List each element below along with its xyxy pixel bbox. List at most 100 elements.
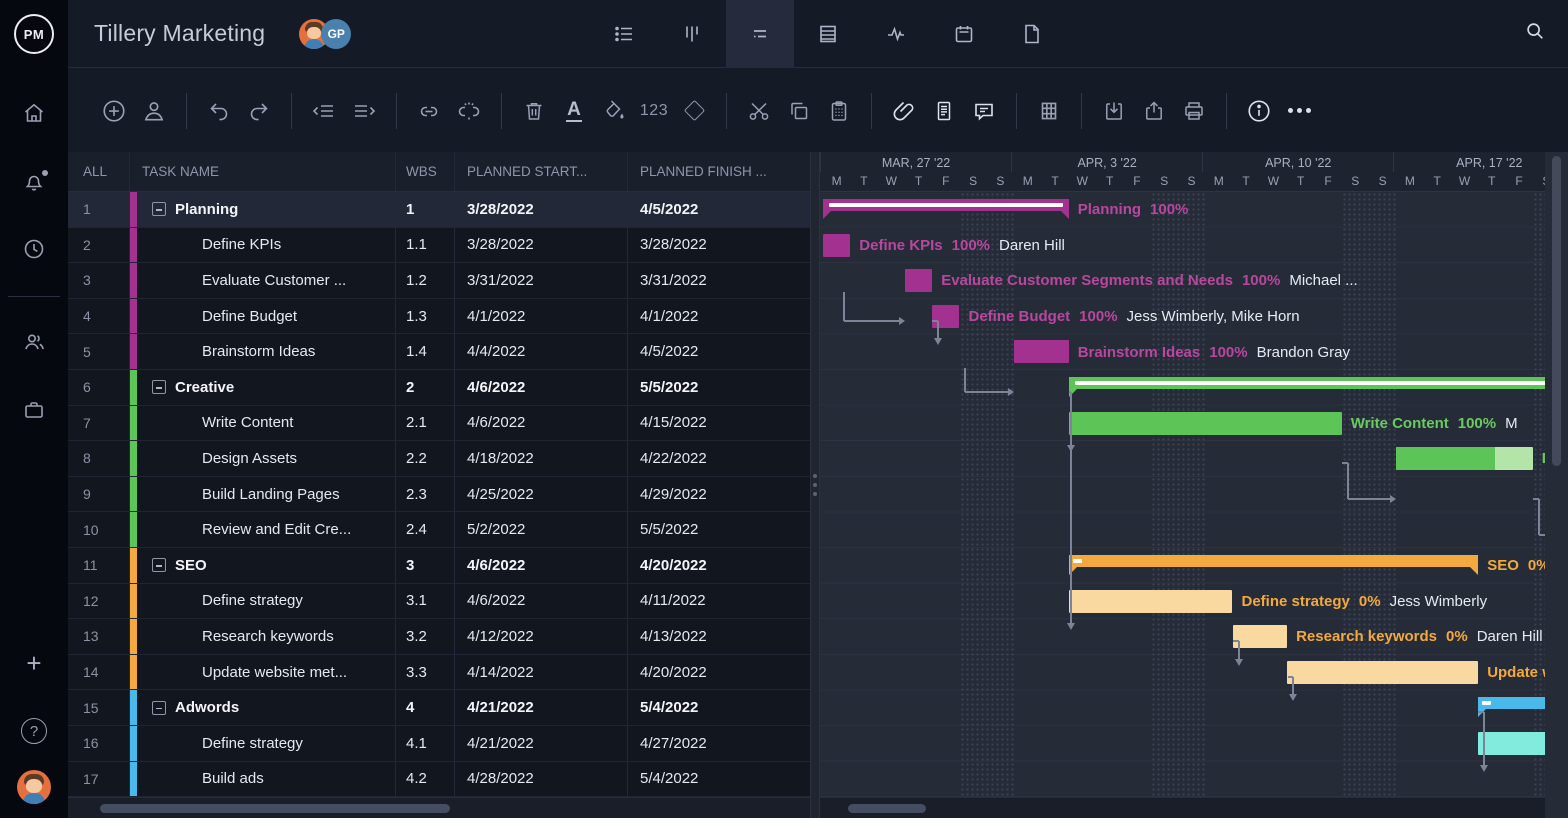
tab-sheet-view[interactable] xyxy=(794,0,862,68)
table-row[interactable]: 14Update website met...3.34/14/20224/20/… xyxy=(68,655,810,691)
task-bar-row-3[interactable] xyxy=(905,269,932,292)
attachment-icon[interactable] xyxy=(884,91,924,131)
assign-person-icon[interactable] xyxy=(134,91,174,131)
progress-stripe xyxy=(1073,559,1082,563)
fill-color-icon[interactable] xyxy=(594,91,634,131)
task-name-label: Define strategy xyxy=(202,735,303,752)
undo-icon[interactable] xyxy=(199,91,239,131)
notifications-bell-icon[interactable] xyxy=(0,158,68,204)
column-wbs[interactable]: WBS xyxy=(396,152,455,191)
pm-logo[interactable]: PM xyxy=(0,0,68,68)
link-tasks-icon[interactable] xyxy=(409,91,449,131)
delete-icon[interactable] xyxy=(514,91,554,131)
tab-docs-view[interactable] xyxy=(998,0,1066,68)
task-bar-row-16[interactable] xyxy=(1478,732,1545,755)
table-row[interactable]: 2Define KPIs1.13/28/20223/28/2022 xyxy=(68,228,810,264)
tab-board-view[interactable] xyxy=(658,0,726,68)
add-plus-icon[interactable]: + xyxy=(0,640,68,686)
copy-icon[interactable] xyxy=(779,91,819,131)
recent-clock-icon[interactable] xyxy=(0,226,68,272)
gantt-vscroll-thumb[interactable] xyxy=(1552,156,1561,466)
table-row[interactable]: 11SEO34/6/20224/20/2022 xyxy=(68,548,810,584)
dependency-arrow-down xyxy=(1480,765,1488,772)
columns-icon[interactable] xyxy=(1029,91,1069,131)
search-icon[interactable] xyxy=(1524,20,1546,42)
task-bar-row-7[interactable] xyxy=(1069,412,1342,435)
column-all[interactable]: ALL xyxy=(68,152,130,191)
summary-bar-row-1[interactable] xyxy=(823,199,1069,211)
task-bar-row-14[interactable] xyxy=(1287,661,1478,684)
gantt-timeline-header: MAR, 27 '22APR, 3 '22APR, 10 '22APR, 17 … xyxy=(820,152,1545,192)
dependency-arrow-down xyxy=(1067,445,1075,452)
number-format-icon[interactable]: 123 xyxy=(634,91,674,131)
member-avatar-gp[interactable]: GP xyxy=(321,19,351,49)
outdent-icon[interactable] xyxy=(304,91,344,131)
table-row[interactable]: 15Adwords44/21/20225/4/2022 xyxy=(68,690,810,726)
import-icon[interactable] xyxy=(1094,91,1134,131)
redo-icon[interactable] xyxy=(239,91,279,131)
export-icon[interactable] xyxy=(1134,91,1174,131)
unlink-tasks-icon[interactable] xyxy=(449,91,489,131)
print-icon[interactable] xyxy=(1174,91,1214,131)
milestone-icon[interactable] xyxy=(674,91,714,131)
gantt-vscrollbar[interactable] xyxy=(1545,152,1568,818)
portfolio-briefcase-icon[interactable] xyxy=(0,387,68,433)
column-planned-finish[interactable]: PLANNED FINISH ... xyxy=(628,152,810,191)
user-avatar[interactable] xyxy=(17,770,51,804)
team-icon[interactable] xyxy=(0,319,68,365)
collapse-icon[interactable] xyxy=(152,558,166,572)
table-hscroll-thumb[interactable] xyxy=(100,804,450,813)
tab-list-view[interactable] xyxy=(590,0,658,68)
table-row[interactable]: 8Design Assets2.24/18/20224/22/2022 xyxy=(68,441,810,477)
table-row[interactable]: 3Evaluate Customer ...1.23/31/20223/31/2… xyxy=(68,263,810,299)
task-bar-row-13[interactable] xyxy=(1233,625,1288,648)
task-bar-row-12[interactable] xyxy=(1069,590,1233,613)
collapse-icon[interactable] xyxy=(152,701,166,715)
gantt-hscrollbar[interactable] xyxy=(820,797,1545,818)
column-planned-start[interactable]: PLANNED START... xyxy=(455,152,628,191)
add-task-icon[interactable] xyxy=(94,91,134,131)
planned-start-value: 4/21/2022 xyxy=(455,726,628,761)
panel-splitter[interactable] xyxy=(810,152,820,818)
task-bar-row-8[interactable] xyxy=(1396,447,1533,470)
info-icon[interactable] xyxy=(1239,91,1279,131)
table-row[interactable]: 5Brainstorm Ideas1.44/4/20224/5/2022 xyxy=(68,334,810,370)
more-icon[interactable] xyxy=(1279,91,1319,131)
task-name-cell: SEO xyxy=(130,548,396,583)
table-row[interactable]: 1Planning13/28/20224/5/2022 xyxy=(68,192,810,228)
day-letter: T xyxy=(1232,172,1259,192)
paste-icon[interactable] xyxy=(819,91,859,131)
table-row[interactable]: 12Define strategy3.14/6/20224/11/2022 xyxy=(68,584,810,620)
column-task-name[interactable]: TASK NAME xyxy=(130,152,396,191)
table-hscrollbar[interactable] xyxy=(68,797,810,818)
tab-activity-view[interactable] xyxy=(862,0,930,68)
help-icon[interactable]: ? xyxy=(0,708,68,754)
cut-icon[interactable] xyxy=(739,91,779,131)
collapse-icon[interactable] xyxy=(152,380,166,394)
table-row[interactable]: 7Write Content2.14/6/20224/15/2022 xyxy=(68,406,810,442)
table-row[interactable]: 13Research keywords3.24/12/20224/13/2022 xyxy=(68,619,810,655)
text-color-icon[interactable]: A xyxy=(554,91,594,131)
task-bar-row-5[interactable] xyxy=(1014,340,1069,363)
summary-bar-row-6[interactable] xyxy=(1069,377,1545,389)
summary-bar-row-15[interactable] xyxy=(1478,697,1545,709)
table-row[interactable]: 9Build Landing Pages2.34/25/20224/29/202… xyxy=(68,477,810,513)
table-row[interactable]: 4Define Budget1.34/1/20224/1/2022 xyxy=(68,299,810,335)
table-row[interactable]: 6Creative24/6/20225/5/2022 xyxy=(68,370,810,406)
tab-calendar-view[interactable] xyxy=(930,0,998,68)
comment-icon[interactable] xyxy=(964,91,1004,131)
table-row[interactable]: 16Define strategy4.14/21/20224/27/2022 xyxy=(68,726,810,762)
project-members[interactable]: GP xyxy=(299,19,351,49)
notes-icon[interactable] xyxy=(924,91,964,131)
table-row[interactable]: 10Review and Edit Cre...2.45/2/20225/5/2… xyxy=(68,512,810,548)
table-row[interactable]: 17Build ads4.24/28/20225/4/2022 xyxy=(68,762,810,798)
task-bar-row-2[interactable] xyxy=(823,234,850,257)
summary-bar-row-11[interactable] xyxy=(1069,555,1479,567)
bar-task-name: Write Content xyxy=(1351,415,1449,432)
home-icon[interactable] xyxy=(0,90,68,136)
gantt-hscroll-thumb[interactable] xyxy=(848,804,926,813)
collapse-icon[interactable] xyxy=(152,202,166,216)
tab-gantt-view[interactable] xyxy=(726,0,794,68)
row-number: 8 xyxy=(68,441,130,476)
indent-icon[interactable] xyxy=(344,91,384,131)
